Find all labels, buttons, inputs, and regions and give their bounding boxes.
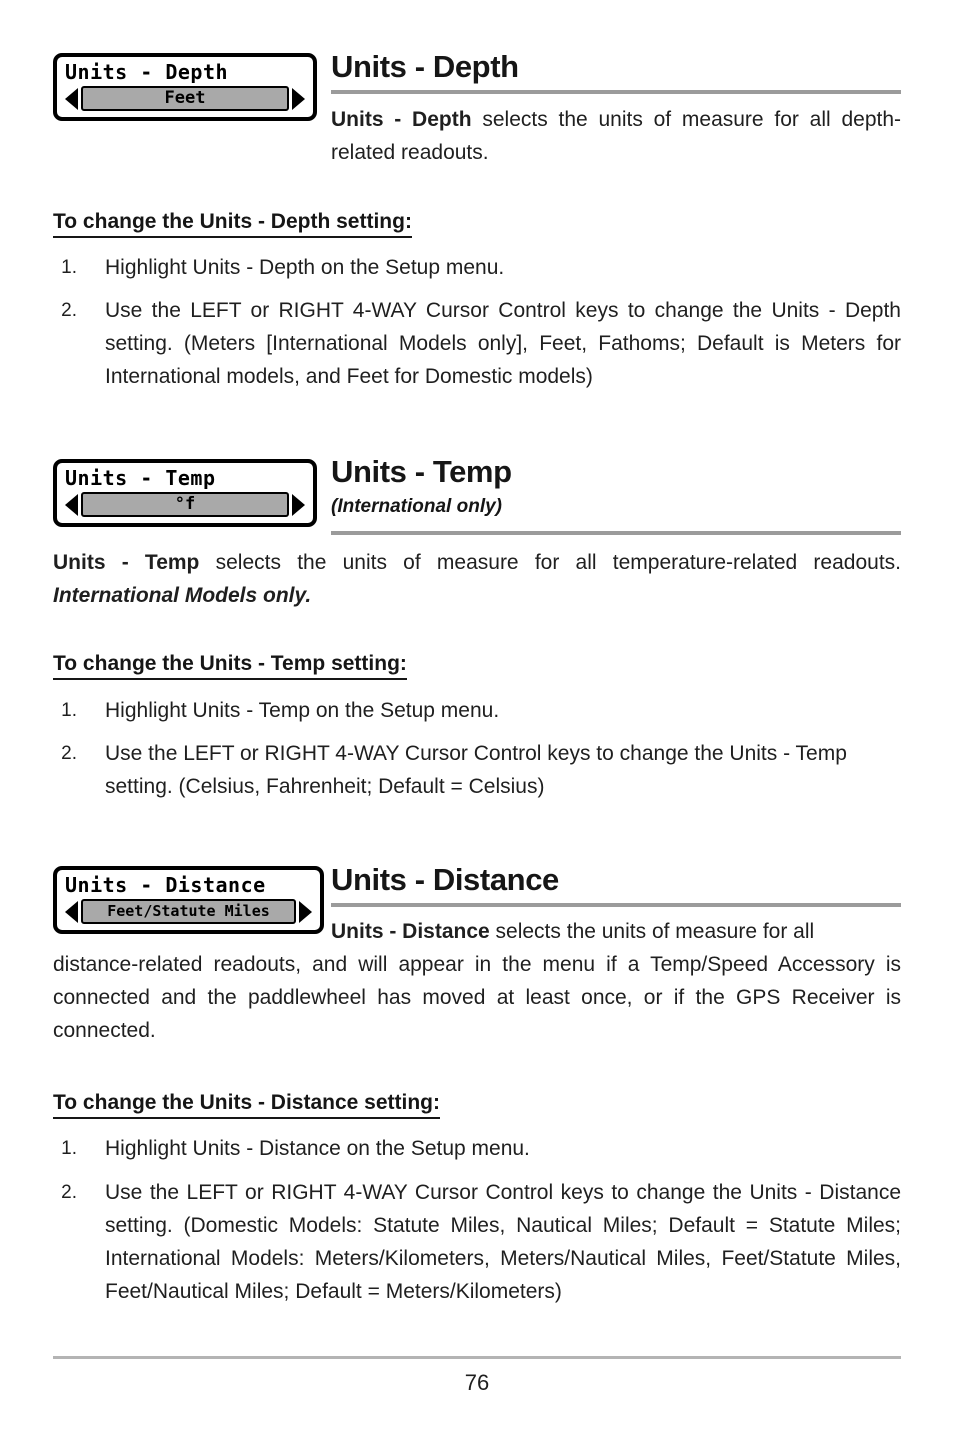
section-subtitle-units-temp: (International only) (331, 496, 502, 517)
lcd-selector-distance: Feet/Statute Miles (65, 899, 312, 924)
list-item-distance-2: 2. Use the LEFT or RIGHT 4-WAY Cursor Co… (53, 1176, 901, 1308)
intro-rest-distance-first: selects the units of measure for all (489, 920, 815, 943)
heading-rule-distance (331, 903, 901, 907)
section-heading-units-depth: Units - Depth (331, 49, 519, 84)
lcd-units-temp: Units - Temp °f (53, 459, 317, 527)
lcd-value-temp: °f (81, 492, 289, 517)
right-arrow-icon[interactable] (292, 493, 305, 516)
intro-paragraph-depth: Units - Depth selects the units of measu… (331, 103, 901, 169)
list-item-distance-1: 1. Highlight Units - Distance on the Set… (53, 1132, 901, 1165)
right-arrow-icon[interactable] (299, 900, 312, 923)
intro-lead-depth: Units - Depth (331, 108, 472, 131)
intro-lead-distance: Units - Distance (331, 920, 490, 943)
list-item-temp-1: 1. Highlight Units - Temp on the Setup m… (53, 694, 901, 727)
list-text: Use the LEFT or RIGHT 4-WAY Cursor Contr… (105, 1181, 901, 1303)
intro-rest-distance-body: distance-related readouts, and will appe… (53, 953, 901, 1042)
intro-paragraph-temp: Units - Temp selects the units of measur… (53, 546, 901, 612)
lcd-selector-depth: Feet (65, 86, 305, 111)
list-number: 1. (61, 1138, 77, 1159)
list-number: 2. (61, 300, 77, 321)
list-number: 2. (61, 743, 77, 764)
intro-rest-temp: selects the units of measure for all tem… (199, 551, 901, 574)
manual-page: Units - Depth Feet Units - Depth Units -… (0, 0, 954, 1431)
list-item-depth-2: 2. Use the LEFT or RIGHT 4-WAY Cursor Co… (53, 294, 901, 393)
list-number: 2. (61, 1182, 77, 1203)
section-heading-units-distance: Units - Distance (331, 862, 559, 897)
lcd-value-distance: Feet/Statute Miles (81, 899, 296, 924)
lcd-units-distance: Units - Distance Feet/Statute Miles (53, 866, 324, 934)
lcd-units-depth: Units - Depth Feet (53, 53, 317, 121)
left-arrow-icon[interactable] (65, 900, 78, 923)
lcd-title-temp: Units - Temp (65, 466, 216, 490)
list-text: Use the LEFT or RIGHT 4-WAY Cursor Contr… (105, 742, 847, 798)
right-arrow-icon[interactable] (292, 87, 305, 110)
list-item-temp-2: 2. Use the LEFT or RIGHT 4-WAY Cursor Co… (53, 737, 901, 803)
footer-divider (53, 1356, 901, 1359)
list-text: Highlight Units - Distance on the Setup … (105, 1137, 530, 1160)
step-emphasis: [International Models only] (266, 332, 523, 355)
left-arrow-icon[interactable] (65, 493, 78, 516)
intro-lead-temp: Units - Temp (53, 551, 200, 574)
instruction-heading-temp: To change the Units - Temp setting: (53, 651, 407, 680)
list-number: 1. (61, 257, 77, 278)
lcd-title-depth: Units - Depth (65, 60, 229, 84)
section-heading-units-temp: Units - Temp (331, 454, 512, 489)
lcd-value-depth: Feet (81, 86, 289, 111)
list-text: Highlight Units - Temp on the Setup menu… (105, 699, 500, 722)
list-text: Use the LEFT or RIGHT 4-WAY Cursor Contr… (105, 294, 901, 393)
left-arrow-icon[interactable] (65, 87, 78, 110)
list-item-depth-1: 1. Highlight Units - Depth on the Setup … (53, 251, 901, 284)
intro-tail-temp: International Models only. (53, 584, 312, 607)
intro-paragraph-distance-cont: distance-related readouts, and will appe… (53, 948, 901, 1047)
lcd-selector-temp: °f (65, 492, 305, 517)
instruction-heading-distance: To change the Units - Distance setting: (53, 1090, 440, 1119)
list-number: 1. (61, 700, 77, 721)
heading-rule-depth (331, 90, 901, 94)
list-text: Highlight Units - Depth on the Setup men… (105, 256, 505, 279)
lcd-title-distance: Units - Distance (65, 873, 266, 897)
page-number: 76 (464, 1370, 490, 1395)
instruction-heading-depth: To change the Units - Depth setting: (53, 209, 412, 238)
heading-rule-temp (331, 531, 901, 535)
intro-paragraph-distance: Units - Distance selects the units of me… (331, 915, 901, 951)
